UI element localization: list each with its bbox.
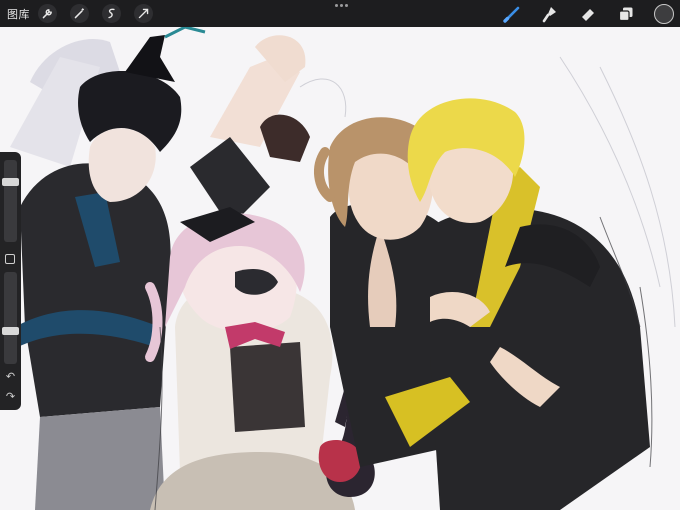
gallery-button[interactable]: 图库 bbox=[7, 6, 30, 22]
eraser-icon bbox=[581, 8, 594, 21]
top-toolbar: 图库 bbox=[0, 0, 680, 27]
toolbar-handle[interactable] bbox=[335, 4, 348, 7]
wrench-icon bbox=[42, 9, 52, 19]
brush-tool-button[interactable] bbox=[501, 3, 522, 24]
transform-icon bbox=[138, 8, 149, 19]
actions-button[interactable] bbox=[38, 4, 57, 23]
layers-button[interactable] bbox=[615, 3, 636, 24]
transform-button[interactable] bbox=[134, 4, 153, 23]
modify-button[interactable] bbox=[5, 254, 15, 264]
selection-button[interactable] bbox=[102, 4, 121, 23]
smudge-tool-button[interactable] bbox=[539, 3, 560, 24]
smudge-icon bbox=[542, 6, 556, 22]
eraser-tool-button[interactable] bbox=[577, 3, 598, 24]
layers-icon bbox=[618, 7, 632, 21]
brush-icon bbox=[502, 6, 519, 23]
opacity-knob[interactable] bbox=[2, 327, 19, 335]
redo-icon: ↷ bbox=[5, 390, 16, 403]
artwork-illustration bbox=[10, 27, 676, 510]
undo-icon: ↶ bbox=[5, 370, 16, 383]
magic-wand-icon bbox=[74, 8, 84, 19]
active-color-swatch bbox=[653, 3, 674, 24]
drawing-canvas[interactable] bbox=[0, 27, 680, 510]
brush-size-slider[interactable] bbox=[2, 160, 19, 242]
brush-size-knob[interactable] bbox=[2, 178, 19, 186]
adjustments-button[interactable] bbox=[70, 4, 89, 23]
redo-button[interactable]: ↷ bbox=[4, 390, 17, 403]
brush-sidebar: ↶ ↷ bbox=[0, 152, 21, 410]
color-button[interactable] bbox=[653, 3, 674, 24]
opacity-slider[interactable] bbox=[2, 272, 19, 364]
undo-button[interactable]: ↶ bbox=[4, 370, 17, 383]
selection-icon bbox=[108, 8, 115, 19]
